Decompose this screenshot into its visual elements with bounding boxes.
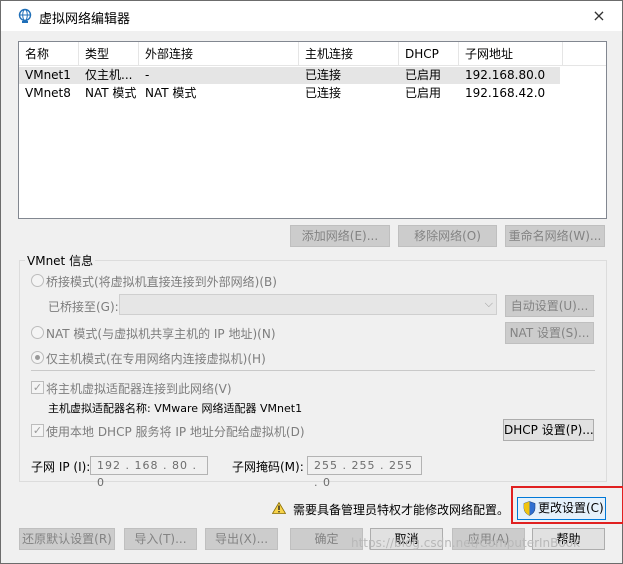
host-only-mode-radio[interactable]: [31, 351, 44, 364]
bridge-mode-label: 桥接模式(将虚拟机直接连接到外部网络)(B): [46, 275, 277, 289]
admin-warning-text: 需要具备管理员特权才能修改网络配置。: [293, 503, 510, 517]
change-settings-button[interactable]: 更改设置(C): [517, 497, 606, 520]
vmnet-info-title: VMnet 信息: [25, 252, 96, 269]
connect-adapter-label: 将主机虚拟适配器连接到此网络(V): [46, 382, 232, 396]
bridged-to-label: 已桥接至(G):: [48, 300, 119, 314]
nat-mode-label: NAT 模式(与虚拟机共享主机的 IP 地址)(N): [46, 327, 276, 341]
table-row-vmnet8[interactable]: VMnet8 NAT 模式 NAT 模式 已连接 已启用 192.168.42.…: [19, 85, 560, 102]
dhcp-settings-button[interactable]: DHCP 设置(P)...: [503, 419, 594, 441]
use-dhcp-checkbox[interactable]: ✓: [31, 424, 44, 437]
cell-subnet: 192.168.42.0: [465, 86, 546, 100]
virtual-network-editor-window: 虚拟网络编辑器 × 名称 类型 外部连接 主机连接 DHCP 子网地址 VMne…: [0, 0, 623, 564]
adapter-name-text: 主机虚拟适配器名称: VMware 网络适配器 VMnet1: [48, 402, 303, 415]
cell-type: 仅主机...: [85, 68, 133, 82]
subnet-mask-input[interactable]: 255 . 255 . 255 . 0: [307, 456, 422, 489]
cell-name: VMnet8: [25, 86, 71, 100]
cell-external: NAT 模式: [145, 86, 197, 100]
restore-defaults-button[interactable]: 还原默认设置(R): [19, 528, 115, 550]
column-header-type[interactable]: 类型: [79, 42, 139, 66]
network-list[interactable]: 名称 类型 外部连接 主机连接 DHCP 子网地址 VMnet1 仅主机... …: [18, 41, 607, 219]
subnet-mask-label: 子网掩码(M):: [232, 460, 304, 474]
cell-external: -: [145, 68, 150, 82]
import-button[interactable]: 导入(T)...: [124, 528, 197, 550]
warning-icon: [272, 502, 286, 514]
cell-dhcp: 已启用: [405, 86, 442, 100]
cell-dhcp: 已启用: [405, 68, 442, 82]
cell-name: VMnet1: [25, 68, 71, 82]
auto-settings-button[interactable]: 自动设置(U)...: [505, 295, 594, 317]
column-header-external[interactable]: 外部连接: [139, 42, 299, 66]
title-bar: 虚拟网络编辑器 ×: [1, 1, 622, 31]
rename-network-button[interactable]: 重命名网络(W)...: [505, 225, 605, 247]
use-dhcp-label: 使用本地 DHCP 服务将 IP 地址分配给虚拟机(D): [46, 425, 305, 439]
cell-subnet: 192.168.80.0: [465, 68, 546, 82]
change-settings-label: 更改设置(C): [538, 501, 604, 515]
bridged-to-select[interactable]: ⌵: [119, 294, 497, 315]
list-header: 名称 类型 外部连接 主机连接 DHCP 子网地址: [19, 42, 606, 66]
cell-host: 已连接: [305, 86, 342, 100]
cell-type: NAT 模式: [85, 86, 137, 100]
subnet-ip-input[interactable]: 192 . 168 . 80 . 0: [90, 456, 208, 489]
export-button[interactable]: 导出(X)...: [205, 528, 278, 550]
watermark-text: https://blog.csdn.net/ComputerInBook: [351, 536, 581, 550]
window-title: 虚拟网络编辑器: [39, 12, 131, 27]
column-header-dhcp[interactable]: DHCP: [399, 42, 459, 66]
cell-host: 已连接: [305, 68, 342, 82]
shield-icon: [523, 501, 536, 516]
subnet-ip-label: 子网 IP (I):: [31, 460, 91, 474]
host-only-mode-label: 仅主机模式(在专用网络内连接虚拟机)(H): [46, 352, 266, 366]
column-header-subnet[interactable]: 子网地址: [459, 42, 563, 66]
table-row-vmnet1[interactable]: VMnet1 仅主机... - 已连接 已启用 192.168.80.0: [19, 67, 560, 84]
network-globe-icon: [18, 8, 32, 23]
nat-mode-radio[interactable]: [31, 326, 44, 339]
chevron-down-icon: ⌵: [484, 297, 493, 310]
bridge-mode-radio[interactable]: [31, 274, 44, 287]
column-header-name[interactable]: 名称: [19, 42, 79, 66]
close-button[interactable]: ×: [576, 1, 622, 31]
remove-network-button[interactable]: 移除网络(O): [398, 225, 497, 247]
divider: [31, 370, 595, 371]
add-network-button[interactable]: 添加网络(E)...: [290, 225, 390, 247]
connect-adapter-checkbox[interactable]: ✓: [31, 381, 44, 394]
nat-settings-button[interactable]: NAT 设置(S)...: [505, 322, 594, 344]
column-header-host[interactable]: 主机连接: [299, 42, 399, 66]
